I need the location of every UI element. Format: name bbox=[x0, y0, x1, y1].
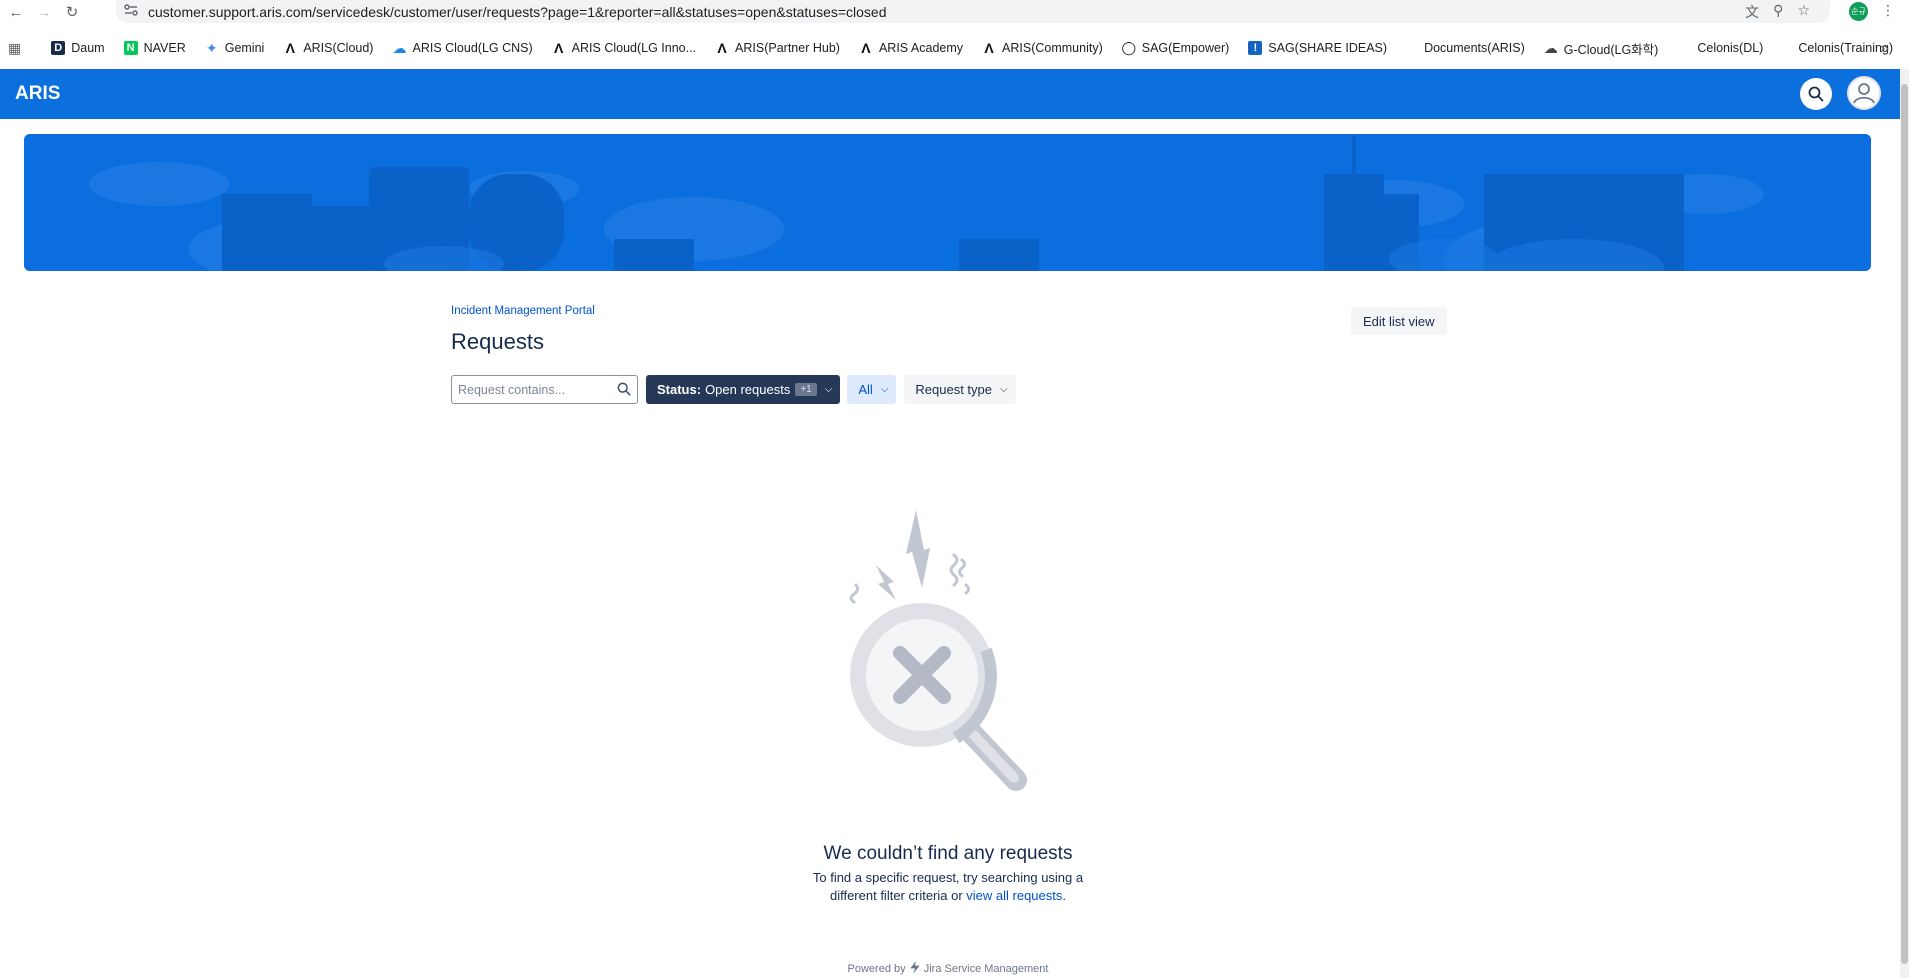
empower-icon: ◯ bbox=[1121, 40, 1137, 55]
bookmark-daum[interactable]: D Daum bbox=[51, 41, 105, 55]
bookmark-label: ARIS Academy bbox=[878, 41, 964, 55]
browser-menu-icon[interactable]: ⋮ bbox=[1881, 2, 1895, 19]
bookmark-label: SAG(Empower) bbox=[1141, 41, 1230, 55]
bookmark-aris-cloud[interactable]: Λ ARIS(Cloud) bbox=[283, 40, 374, 56]
portal-banner bbox=[24, 134, 1871, 271]
no-results-magnifier-icon bbox=[849, 510, 1027, 791]
powered-by-text: Powered by bbox=[847, 963, 906, 975]
translate-icon[interactable]: 文 bbox=[1745, 2, 1759, 22]
user-icon bbox=[1850, 79, 1878, 107]
request-search-field[interactable] bbox=[451, 375, 638, 404]
chevron-down-icon: ⌵ bbox=[1000, 384, 1008, 395]
bookmark-gemini[interactable]: ✦ Gemini bbox=[205, 39, 265, 56]
cloud-icon: ☁ bbox=[392, 39, 407, 56]
empty-state-title: We couldn’t find any requests bbox=[823, 843, 1073, 864]
portal-header: ARIS bbox=[0, 69, 1900, 119]
bookmark-star-icon[interactable]: ☆ bbox=[1797, 2, 1810, 22]
address-bar[interactable]: customer.support.aris.com/servicedesk/cu… bbox=[116, 0, 1830, 23]
bookmark-label: NAVER bbox=[143, 41, 186, 55]
share-ideas-icon: ! bbox=[1248, 41, 1263, 55]
bookmark-aris-cloud-lgcns[interactable]: ☁ ARIS Cloud(LG CNS) bbox=[392, 39, 533, 56]
edit-list-view-button[interactable]: Edit list view bbox=[1351, 307, 1447, 335]
daum-icon: D bbox=[51, 41, 66, 55]
bookmark-gcloud-lgchem[interactable]: ☁ G-Cloud(LG화학) bbox=[1544, 39, 1659, 58]
bookmark-naver[interactable]: N NAVER bbox=[123, 41, 186, 55]
page-footer: Powered by Jira Service Management bbox=[451, 961, 1445, 975]
chevron-down-icon: ⌵ bbox=[824, 384, 833, 395]
aris-icon: Λ bbox=[861, 40, 871, 56]
search-icon bbox=[1808, 86, 1824, 102]
bookmark-sag-empower[interactable]: ◯ SAG(Empower) bbox=[1121, 40, 1230, 55]
bookmark-aris-cloud-lginno[interactable]: Λ ARIS Cloud(LG Inno... bbox=[552, 40, 697, 56]
bookmark-label: Celonis(Training) bbox=[1798, 41, 1894, 55]
gemini-icon: ✦ bbox=[205, 39, 218, 56]
jira-bolt-icon bbox=[910, 961, 920, 974]
bookmark-label: ARIS(Cloud) bbox=[303, 41, 374, 55]
aris-icon: Λ bbox=[717, 40, 727, 56]
aris-icon: Λ bbox=[984, 40, 994, 56]
aris-logo[interactable]: ARIS bbox=[15, 83, 60, 105]
bookmark-label: Daum bbox=[71, 41, 105, 55]
url-text[interactable]: customer.support.aris.com/servicedesk/cu… bbox=[148, 4, 887, 20]
cloud-outline-icon: ☁ bbox=[1543, 39, 1558, 56]
bookmark-aris-community[interactable]: Λ ARIS(Community) bbox=[982, 40, 1103, 56]
apps-grid-icon[interactable]: ▦ bbox=[8, 40, 21, 57]
bookmark-label: ARIS(Partner Hub) bbox=[735, 41, 840, 55]
bookmark-celonis-training[interactable]: Celonis(Training) bbox=[1798, 41, 1893, 55]
bookmark-label: Documents(ARIS) bbox=[1424, 41, 1525, 55]
bookmark-label: Celonis(DL) bbox=[1697, 41, 1764, 55]
scrollbar-thumb[interactable] bbox=[1901, 84, 1908, 964]
city-skyline-illustration bbox=[24, 134, 1871, 271]
empty-state-description: To find a specific request, try searchin… bbox=[810, 869, 1086, 905]
page-title: Requests bbox=[451, 329, 544, 354]
status-filter-value: Open requests bbox=[705, 382, 791, 397]
reporter-filter-value: All bbox=[858, 382, 873, 397]
request-type-label: Request type bbox=[915, 382, 992, 397]
site-info-icon[interactable] bbox=[124, 4, 146, 19]
chevron-down-icon: ⌵ bbox=[880, 384, 889, 395]
filter-bar: Status: Open requests +1 ⌵ All ⌵ Request… bbox=[451, 375, 1016, 404]
jira-service-management-link[interactable]: Jira Service Management bbox=[924, 963, 1049, 975]
bookmark-label: ARIS Cloud(LG CNS) bbox=[412, 41, 533, 55]
bookmark-label: G-Cloud(LG화학) bbox=[1563, 42, 1659, 57]
bookmark-aris-partner-hub[interactable]: Λ ARIS(Partner Hub) bbox=[715, 40, 840, 56]
more-bookmarks-icon[interactable]: » bbox=[1880, 40, 1889, 58]
status-count-badge: +1 bbox=[795, 383, 817, 396]
reload-icon[interactable]: ↻ bbox=[60, 1, 84, 23]
browser-toolbar: ← → ↻ customer.support.aris.com/serviced… bbox=[0, 0, 1909, 24]
bookmark-label: ARIS Cloud(LG Inno... bbox=[571, 41, 697, 55]
zoom-icon[interactable]: ⚲ bbox=[1773, 2, 1783, 22]
naver-icon: N bbox=[123, 41, 138, 55]
bookmark-label: Gemini bbox=[224, 41, 265, 55]
bookmarks-bar: ▦ D Daum N NAVER ✦ Gemini Λ ARIS(Cloud) ☁ ARI… bbox=[0, 36, 1909, 60]
forward-icon[interactable]: → bbox=[32, 1, 56, 23]
aris-icon: Λ bbox=[554, 40, 564, 56]
back-icon[interactable]: ← bbox=[4, 1, 28, 23]
breadcrumb-portal-link[interactable]: Incident Management Portal bbox=[451, 305, 595, 317]
bookmark-documents-aris[interactable]: Documents(ARIS) bbox=[1424, 41, 1525, 55]
bookmark-sag-share-ideas[interactable]: ! SAG(SHARE IDEAS) bbox=[1248, 41, 1387, 55]
status-filter-label: Status: bbox=[657, 382, 702, 397]
status-filter-dropdown[interactable]: Status: Open requests +1 ⌵ bbox=[646, 375, 841, 404]
empty-state-period: . bbox=[1062, 888, 1067, 903]
request-search-input[interactable] bbox=[452, 376, 612, 403]
profile-avatar[interactable]: 순규 bbox=[1849, 2, 1868, 21]
request-type-dropdown[interactable]: Request type ⌵ bbox=[904, 375, 1016, 404]
aris-icon: Λ bbox=[285, 40, 295, 56]
bookmark-aris-academy[interactable]: Λ ARIS Academy bbox=[859, 40, 964, 56]
search-icon bbox=[617, 382, 631, 396]
bookmark-celonis-dl[interactable]: Celonis(DL) bbox=[1697, 41, 1763, 55]
view-all-requests-link[interactable]: view all requests bbox=[966, 888, 1062, 903]
reporter-filter-dropdown[interactable]: All ⌵ bbox=[847, 375, 897, 404]
bookmark-label: ARIS(Community) bbox=[1002, 41, 1103, 55]
bookmark-label: SAG(SHARE IDEAS) bbox=[1268, 41, 1388, 55]
header-search-button[interactable] bbox=[1800, 78, 1832, 110]
user-avatar[interactable] bbox=[1847, 76, 1881, 110]
